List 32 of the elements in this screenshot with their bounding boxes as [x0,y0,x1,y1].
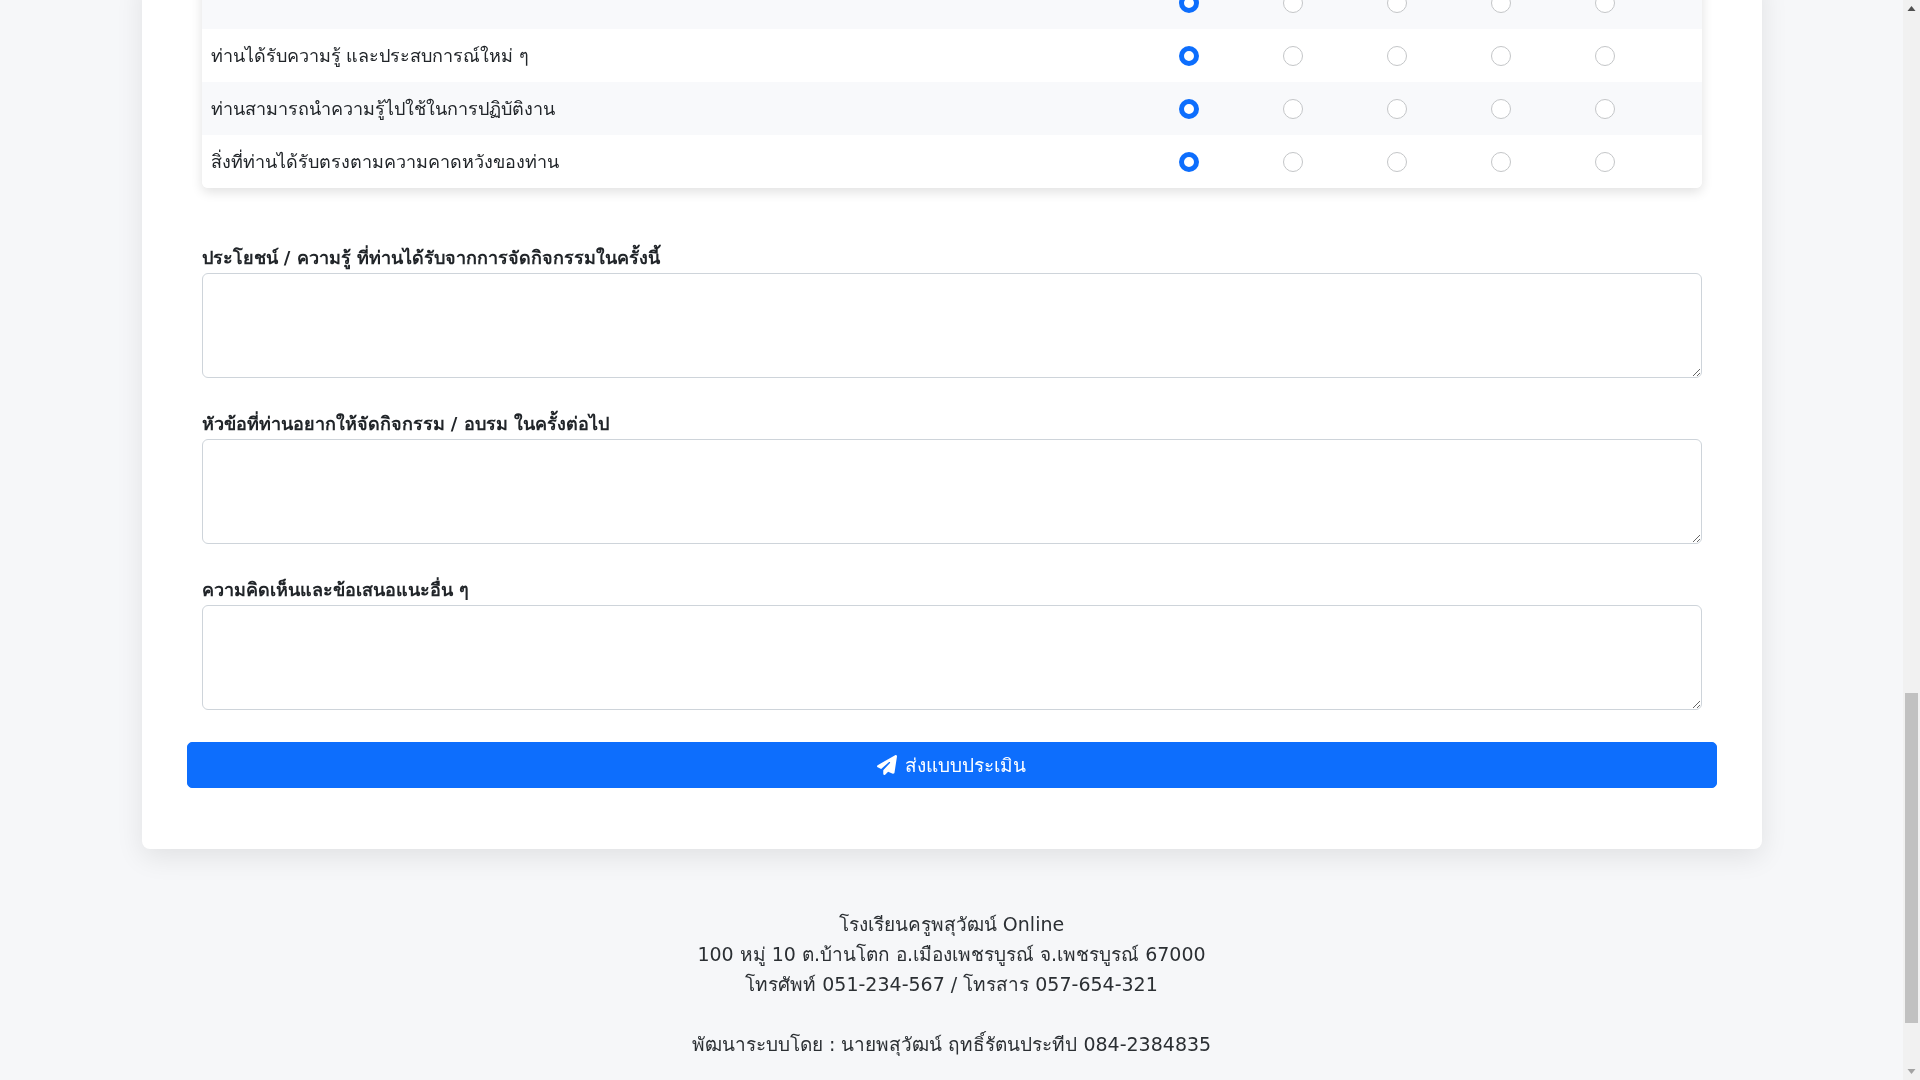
radio-button[interactable] [1386,45,1407,66]
radio-button[interactable] [1386,151,1407,172]
text-area[interactable] [201,605,1702,710]
footer-text: โรงเรียนครูพสุวัฒน์ Online [838,912,1065,938]
radio-button[interactable] [1490,151,1511,172]
radio-button[interactable] [1594,151,1615,172]
submit-button[interactable]: ส่งแบบประเมิน [186,742,1717,788]
question-label: ประโยชน์ / ความรู้ ที่ท่านได้รับจากการจัดกิจกรรมในครั้งนี้ [201,245,660,271]
text-area[interactable] [201,273,1702,378]
radio-button[interactable] [1490,45,1511,66]
radio-button[interactable] [1178,45,1199,66]
radio-button[interactable] [1594,45,1615,66]
radio-button[interactable] [1282,151,1303,172]
question-label: หัวข้อที่ท่านอยากให้จัดกิจกรรม / อบรม ในครั้งต่อไป [201,411,609,437]
radio-button[interactable] [1178,151,1199,172]
radio-button[interactable] [1282,45,1303,66]
question-label: ความคิดเห็นและข้อเสนอแนะอื่น ๆ [201,577,469,602]
radio-button[interactable] [1594,98,1615,119]
footer-text: 100 หมู่ 10 ต.บ้านโตก อ.เมืองเพชรบูรณ์ จ.เพชรบูรณ์ 67000 [697,942,1206,968]
footer-text: โทรศัพท์ 051-234-567 / โทรสาร 057-654-321 [745,972,1158,997]
scrollbar-thumb[interactable] [1905,693,1918,1023]
statement-text: ท่านได้รับความรู้ และประสบการณ์ใหม่ ๆ [210,44,529,69]
radio-button[interactable] [1490,98,1511,119]
statement-text: สิ่งที่ท่านได้รับตรงตามความคาดหวังของท่าน [210,148,559,174]
statement-text: ท่านสามารถนำความรู้ไปใช้ในการปฏิบัติงาน [210,97,555,122]
scrollbar[interactable] [1903,0,1920,1080]
developer-credit: พัฒนาระบบโดย : นายพสุวัฒน์ ฤทธิ์รัตนประทีป 084-2384835 [691,1030,1212,1058]
radio-button[interactable] [1178,98,1199,119]
paper-plane-icon [877,755,897,775]
radio-button[interactable] [1386,98,1407,119]
text-area[interactable] [201,439,1702,544]
radio-button[interactable] [1282,98,1303,119]
